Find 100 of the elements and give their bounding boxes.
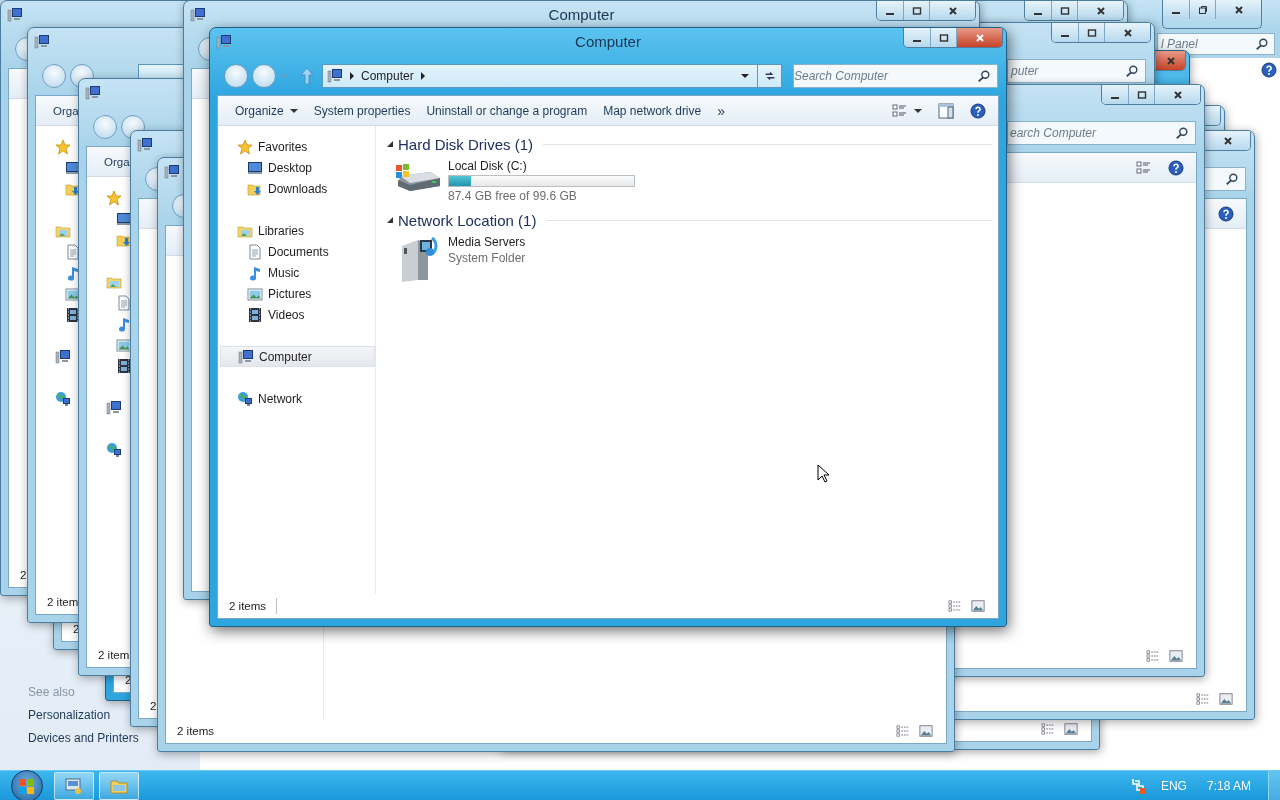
search-icon[interactable]	[1125, 64, 1139, 78]
music-note-icon	[116, 315, 132, 332]
large-icons-view-icon[interactable]	[918, 724, 934, 738]
back-button[interactable]	[224, 64, 248, 88]
toolbar-button[interactable]: Orga	[52, 97, 79, 124]
minimize-button[interactable]	[904, 28, 930, 47]
details-view-icon[interactable]	[895, 724, 911, 738]
monitor-icon	[247, 159, 263, 176]
sidebar-item[interactable]: Desktop	[220, 157, 375, 178]
sidebar-item[interactable]: Computer	[220, 346, 375, 367]
maximize-button[interactable]	[930, 28, 956, 47]
view-options-icon[interactable]	[1136, 159, 1152, 176]
help-icon[interactable]	[1168, 159, 1184, 176]
details-view-icon[interactable]	[947, 599, 963, 613]
large-icons-view-icon[interactable]	[1218, 692, 1234, 706]
maximize-button[interactable]	[1051, 1, 1077, 20]
start-button[interactable]	[11, 769, 43, 800]
search-icon[interactable]	[1175, 126, 1189, 140]
toolbar-button[interactable]: Organize	[234, 97, 313, 124]
toolbar-button[interactable]: System properties	[312, 97, 426, 124]
close-icon	[1222, 135, 1233, 146]
minimize-button[interactable]	[1163, 0, 1189, 19]
close-button[interactable]	[956, 28, 1002, 47]
large-icons-view-icon[interactable]	[970, 599, 986, 613]
sidebar-item[interactable]: Documents	[220, 241, 375, 262]
minimize-button[interactable]	[1102, 85, 1128, 104]
address-bar[interactable]: Computer	[322, 64, 758, 88]
item-name[interactable]: Media Servers	[448, 235, 526, 249]
network-icon	[55, 390, 71, 407]
search-field[interactable]: puter	[1007, 59, 1146, 83]
computer-icon	[327, 68, 343, 84]
picture-icon	[247, 285, 263, 302]
toolbar-button[interactable]: Orga	[103, 148, 130, 175]
star-icon	[55, 138, 71, 155]
search-icon[interactable]	[1225, 172, 1239, 186]
large-icons-view-icon[interactable]	[1063, 722, 1079, 736]
close-button[interactable]	[1215, 0, 1261, 19]
close-button[interactable]	[1154, 85, 1200, 104]
close-button[interactable]	[1104, 23, 1150, 42]
minimize-button[interactable]	[877, 1, 903, 20]
sidebar-item[interactable]: Libraries	[220, 220, 375, 241]
maximize-button[interactable]	[1078, 23, 1104, 42]
breadcrumb[interactable]: Computer	[361, 69, 414, 83]
see-also-link[interactable]: Personalization	[28, 704, 111, 727]
details-view-icon[interactable]	[1145, 649, 1161, 663]
toolbar-button[interactable]: Uninstall or change a program	[425, 97, 603, 124]
maximize-button[interactable]	[1128, 85, 1154, 104]
computer-icon	[216, 34, 232, 50]
more-commands-button[interactable]: »	[716, 97, 740, 124]
see-also-link[interactable]: Devices and Printers	[28, 727, 139, 750]
preview-pane-icon[interactable]	[938, 102, 954, 119]
group-heading: Hard Disk Drives (1)	[398, 135, 533, 153]
maximize-button[interactable]	[903, 1, 929, 20]
item-count: 2 item	[98, 649, 130, 661]
view-options-icon[interactable]	[892, 102, 908, 119]
item-count: 2 items	[177, 725, 215, 737]
mouse-pointer-icon	[817, 464, 829, 483]
restore-button[interactable]	[1189, 0, 1215, 19]
sidebar-item[interactable]: Music	[220, 262, 375, 283]
maximize-icon	[1136, 89, 1147, 100]
taskbar-button[interactable]	[54, 771, 94, 800]
close-icon	[1165, 55, 1176, 66]
minimize-button[interactable]	[1052, 23, 1078, 42]
breadcrumb-arrow-icon[interactable]	[419, 72, 426, 80]
item-count: 2	[20, 569, 27, 581]
item-detail: 87.4 GB free of 99.6 GB	[448, 189, 577, 203]
item-count: 2 items	[229, 600, 267, 612]
search-field[interactable]: l Panel	[1157, 32, 1275, 55]
close-button[interactable]	[1155, 51, 1185, 70]
dropdown-caret-icon[interactable]	[741, 72, 749, 80]
address-bar[interactable]	[138, 64, 183, 78]
sidebar-item[interactable]: Network	[220, 388, 375, 409]
music-note-icon	[65, 264, 81, 281]
sidebar-item[interactable]: Videos	[220, 304, 375, 325]
network-icon	[106, 441, 122, 458]
help-icon[interactable]	[1218, 205, 1234, 222]
breadcrumb-arrow-icon[interactable]	[349, 72, 355, 80]
toolbar-button[interactable]: Map network drive	[602, 97, 717, 124]
help-icon[interactable]	[1261, 62, 1277, 78]
details-view-icon[interactable]	[1195, 692, 1211, 706]
see-also-heading: See also	[28, 684, 75, 701]
dropdown-caret-icon[interactable]	[914, 106, 922, 115]
minimize-button[interactable]	[1025, 1, 1051, 20]
refresh-button[interactable]	[758, 64, 782, 88]
close-button[interactable]	[929, 1, 975, 20]
search-field[interactable]: earch Computer	[1007, 121, 1196, 145]
sidebar-item[interactable]: Downloads	[220, 178, 375, 199]
sidebar-item[interactable]: Pictures	[220, 283, 375, 304]
close-icon	[1122, 27, 1133, 38]
search-field[interactable]: Search Computer	[793, 64, 998, 88]
sidebar-item[interactable]: Favorites	[220, 136, 375, 157]
close-button[interactable]	[1204, 131, 1250, 150]
help-icon[interactable]	[970, 102, 986, 119]
search-icon[interactable]	[977, 69, 991, 83]
large-icons-view-icon[interactable]	[1168, 649, 1184, 663]
forward-button[interactable]	[252, 64, 276, 88]
item-name[interactable]: Local Disk (C:)	[448, 159, 527, 173]
maximize-icon	[911, 5, 922, 16]
details-view-icon[interactable]	[1040, 722, 1056, 736]
close-button[interactable]	[1077, 1, 1123, 20]
